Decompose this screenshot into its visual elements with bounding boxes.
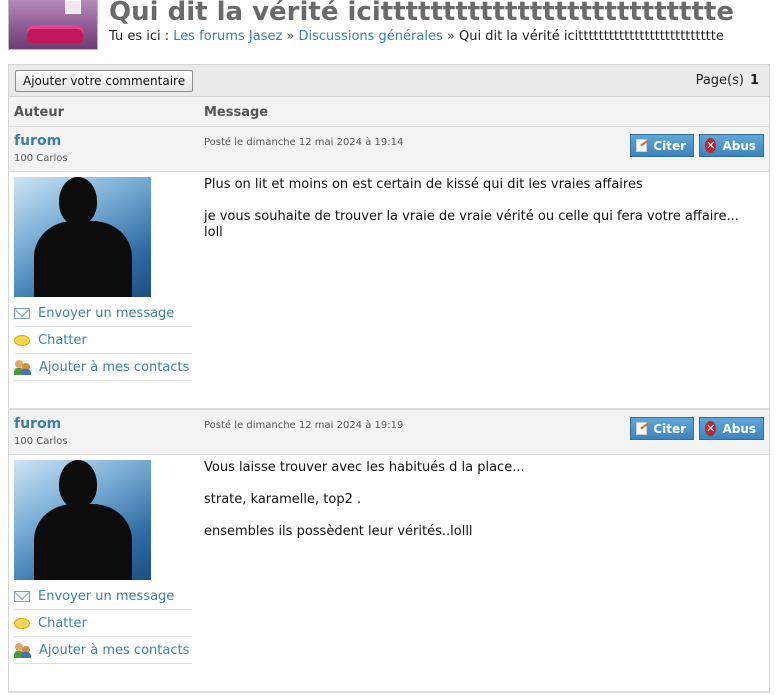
abuse-button-label: Abus xyxy=(722,421,756,436)
chat-link[interactable]: Chatter xyxy=(14,610,192,637)
forum-post: furom 100 Carlos Posté le dimanche 12 ma… xyxy=(8,410,770,691)
thread-toolbar: Ajouter votre commentaire Page(s) 1 xyxy=(8,64,770,97)
contacts-icon xyxy=(14,359,31,375)
pages-label: Page(s) xyxy=(695,73,744,88)
message-paragraph: ensembles ils possèdent leur vérités..lo… xyxy=(204,524,473,539)
avatar[interactable] xyxy=(14,177,151,297)
forum-thumbnail-image xyxy=(8,0,98,50)
abuse-x-icon: ✕ xyxy=(705,421,717,436)
message-paragraph: Plus on lit et moins on est certain de k… xyxy=(204,177,643,192)
add-contact-link[interactable]: Ajouter à mes contacts xyxy=(14,354,192,381)
send-message-link[interactable]: Envoyer un message xyxy=(14,583,192,610)
send-message-label: Envoyer un message xyxy=(38,588,175,604)
breadcrumb-separator: » xyxy=(446,29,455,44)
quote-button-label: Citer xyxy=(653,138,686,153)
post-divider xyxy=(8,691,770,693)
post-message: Plus on lit et moins on est certain de k… xyxy=(204,177,759,257)
page-title: Qui dit la vérité icittttttttttttttttttt… xyxy=(109,0,734,27)
picture-frame-graphic xyxy=(65,0,81,14)
message-paragraph: Vous laisse trouver avec les habitués d … xyxy=(204,460,525,475)
silhouette-body xyxy=(34,504,132,580)
speech-bubble-icon xyxy=(14,334,30,346)
chat-label: Chatter xyxy=(38,332,87,348)
post-header: furom 100 Carlos Posté le dimanche 12 ma… xyxy=(9,410,769,455)
envelope-icon xyxy=(14,307,30,319)
contacts-icon xyxy=(14,642,31,658)
abuse-button-label: Abus xyxy=(722,138,756,153)
envelope-icon xyxy=(14,590,30,602)
abuse-x-icon: ✕ xyxy=(705,138,717,153)
chat-label: Chatter xyxy=(38,615,87,631)
post-date: Posté le dimanche 12 mai 2024 à 19:14 xyxy=(204,137,404,148)
quote-pencil-icon xyxy=(636,139,648,152)
message-paragraph: je vous souhaite de trouver la vraie de … xyxy=(204,209,739,240)
add-comment-button[interactable]: Ajouter votre commentaire xyxy=(15,70,194,92)
post-header: furom 100 Carlos Posté le dimanche 12 ma… xyxy=(9,127,769,172)
breadcrumb-prefix: Tu es ici : xyxy=(109,29,170,44)
breadcrumb-link-discussions[interactable]: Discussions générales xyxy=(299,29,443,44)
forum-post: furom 100 Carlos Posté le dimanche 12 ma… xyxy=(8,127,770,408)
breadcrumb: Tu es ici : Les forums Jasez » Discussio… xyxy=(109,29,724,44)
message-paragraph: strate, karamelle, top2 . xyxy=(204,492,362,507)
column-header-author: Auteur xyxy=(14,105,65,120)
send-message-label: Envoyer un message xyxy=(38,305,175,321)
author-name-link[interactable]: furom xyxy=(14,133,61,149)
add-contact-link[interactable]: Ajouter à mes contacts xyxy=(14,637,192,664)
breadcrumb-current: Qui dit la vérité icittttttttttttttttttt… xyxy=(458,29,724,44)
author-name-link[interactable]: furom xyxy=(14,416,61,432)
table-header: Auteur Message xyxy=(8,97,770,127)
speech-bubble-icon xyxy=(14,617,30,629)
add-contact-label: Ajouter à mes contacts xyxy=(39,642,190,658)
breadcrumb-separator: » xyxy=(286,29,295,44)
send-message-link[interactable]: Envoyer un message xyxy=(14,300,192,327)
silhouette-head xyxy=(59,177,97,225)
add-contact-label: Ajouter à mes contacts xyxy=(39,359,190,375)
author-rank: 100 Carlos xyxy=(14,153,68,164)
quote-button[interactable]: Citer xyxy=(630,417,694,440)
sofa-graphic xyxy=(27,25,83,43)
author-actions: Envoyer un message Chatter Ajouter à mes… xyxy=(14,583,192,664)
column-header-message: Message xyxy=(204,105,269,120)
pagination: Page(s) 1 xyxy=(696,73,759,88)
author-rank: 100 Carlos xyxy=(14,436,68,447)
post-message: Vous laisse trouver avec les habitués d … xyxy=(204,460,759,556)
silhouette-body xyxy=(34,221,132,297)
chat-link[interactable]: Chatter xyxy=(14,327,192,354)
page-header: Qui dit la vérité icittttttttttttttttttt… xyxy=(0,0,776,60)
report-abuse-button[interactable]: ✕ Abus xyxy=(699,134,764,157)
silhouette-head xyxy=(59,460,97,508)
avatar[interactable] xyxy=(14,460,151,580)
report-abuse-button[interactable]: ✕ Abus xyxy=(699,417,764,440)
quote-button-label: Citer xyxy=(653,421,686,436)
quote-button[interactable]: Citer xyxy=(630,134,694,157)
breadcrumb-link-forums[interactable]: Les forums Jasez xyxy=(173,29,282,44)
quote-pencil-icon xyxy=(636,422,648,435)
author-actions: Envoyer un message Chatter Ajouter à mes… xyxy=(14,300,192,381)
page-number[interactable]: 1 xyxy=(750,73,759,88)
post-date: Posté le dimanche 12 mai 2024 à 19:19 xyxy=(204,420,404,431)
